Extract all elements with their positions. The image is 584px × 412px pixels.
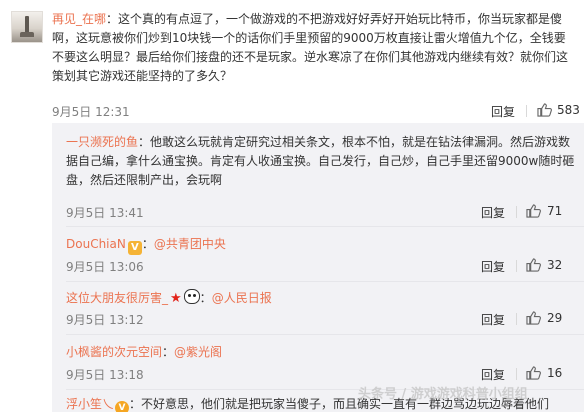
vip-badge-icon: V xyxy=(127,241,142,255)
reply-item: 一只濒死的鱼：他敢这么玩就肯定研究过相关条文，根本不怕，就是在钻法律漏洞。然后游… xyxy=(52,123,584,225)
reply-like-count: 32 xyxy=(547,258,563,272)
reply-sep: ： xyxy=(199,291,212,305)
panda-icon xyxy=(183,289,200,304)
main-comment-reply-button[interactable]: 回复 xyxy=(491,103,515,120)
reply-time: 9月5日 13:18 xyxy=(66,368,144,382)
reply-sep: ： xyxy=(162,345,175,359)
divider xyxy=(516,368,517,380)
main-comment-username[interactable]: 再见_在哪 xyxy=(52,12,106,26)
reply-item: DouChiaN V ：@共青团中央 9月5日 13:06 回复 32 xyxy=(52,227,584,281)
reply-item: 小枫酱的次元空间：@紫光阁 9月5日 13:18 回复 16 xyxy=(52,335,584,389)
reply-username[interactable]: DouChiaN xyxy=(66,237,126,251)
divider xyxy=(516,206,517,218)
reply-reply-button[interactable]: 回复 xyxy=(481,366,505,383)
divider xyxy=(516,313,517,325)
thumbs-up-icon[interactable] xyxy=(526,204,541,218)
reply-username[interactable]: 这位大朋友很厉害_ xyxy=(66,291,168,305)
reply-body: ：他敢这么玩就肯定研究过相关条文，根本不怕，就是在钻法律漏洞。然后游戏数据自己编… xyxy=(66,135,575,187)
mention-link[interactable]: @紫光阁 xyxy=(174,345,222,359)
reply-username[interactable]: 一只濒死的鱼 xyxy=(66,135,138,149)
divider xyxy=(526,105,527,117)
main-comment-body: ：这个真的有点逗了，一个做游戏的不把游戏好好弄好开始玩比特币，你当玩家都是傻啊，… xyxy=(52,12,569,83)
reply-like-count: 71 xyxy=(547,204,563,218)
reply-like-count: 29 xyxy=(547,311,563,325)
mention-link[interactable]: @人民日报 xyxy=(212,291,272,305)
main-comment-text: 再见_在哪：这个真的有点逗了，一个做游戏的不把游戏好好弄好开始玩比特币，你当玩家… xyxy=(52,10,572,86)
reply-text: 一只濒死的鱼：他敢这么玩就肯定研究过相关条文，根本不怕，就是在钻法律漏洞。然后游… xyxy=(66,133,576,190)
reply-reply-button[interactable]: 回复 xyxy=(481,311,505,328)
star-icon: ★ xyxy=(170,291,182,306)
reply-reply-button[interactable]: 回复 xyxy=(481,258,505,275)
reply-time: 9月5日 13:06 xyxy=(66,260,144,274)
reply-username[interactable]: 浮小笙乀 xyxy=(66,397,114,411)
main-comment-time: 9月5日 12:31 xyxy=(52,105,130,119)
thumbs-up-icon[interactable] xyxy=(526,366,541,380)
reply-time: 9月5日 13:41 xyxy=(66,206,144,220)
reply-like-count: 16 xyxy=(547,366,563,380)
reply-sep: ： xyxy=(141,237,154,251)
reply-text: DouChiaN V ：@共青团中央 xyxy=(66,235,576,255)
reply-item: 这位大朋友很厉害_ ★ ：@人民日报 9月5日 13:12 回复 29 xyxy=(52,282,584,334)
main-comment-like-count: 583 xyxy=(557,103,580,117)
avatar-base-shape xyxy=(20,32,34,37)
thumbs-up-icon[interactable] xyxy=(526,311,541,325)
reply-reply-button[interactable]: 回复 xyxy=(481,204,505,221)
v-badge-icon: V xyxy=(115,401,130,412)
watermark: 头条号 / 游戏游戏科普小组组 xyxy=(358,387,528,402)
thumbs-up-icon[interactable] xyxy=(537,103,552,117)
avatar[interactable] xyxy=(11,11,43,43)
replies-panel: 一只濒死的鱼：他敢这么玩就肯定研究过相关条文，根本不怕，就是在钻法律漏洞。然后游… xyxy=(52,123,584,412)
reply-time: 9月5日 13:12 xyxy=(66,313,144,327)
mention-link[interactable]: @共青团中央 xyxy=(154,237,226,251)
main-comment: 再见_在哪：这个真的有点逗了，一个做游戏的不把游戏好好弄好开始玩比特币，你当玩家… xyxy=(0,0,584,123)
divider xyxy=(516,260,517,272)
reply-text: 小枫酱的次元空间：@紫光阁 xyxy=(66,343,576,362)
reply-username[interactable]: 小枫酱的次元空间 xyxy=(66,345,162,359)
thumbs-up-icon[interactable] xyxy=(526,258,541,272)
reply-text: 这位大朋友很厉害_ ★ ：@人民日报 xyxy=(66,289,576,308)
